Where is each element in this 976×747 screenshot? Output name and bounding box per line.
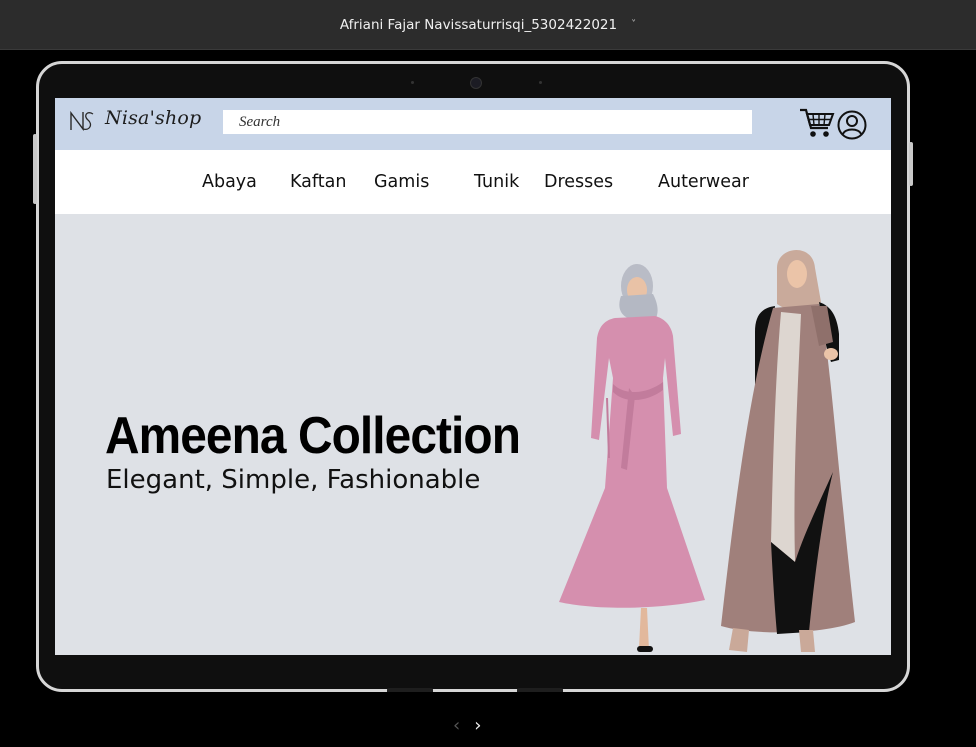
logo-text[interactable]: Nisa'shop bbox=[105, 107, 201, 129]
model-pink-dress-image bbox=[559, 264, 705, 652]
search-input[interactable] bbox=[223, 110, 752, 134]
nav-item-gamis[interactable]: Gamis bbox=[374, 172, 429, 192]
tablet-side-button bbox=[909, 142, 913, 186]
prototype-title-bar: Afriani Fajar Navissaturrisqi_5302422021… bbox=[0, 0, 976, 50]
sensor-dot bbox=[539, 81, 542, 84]
sensor-dot bbox=[411, 81, 414, 84]
prototype-pager: ‹ › bbox=[453, 715, 481, 736]
tablet-edge-tab bbox=[387, 688, 433, 692]
nav-item-tunik[interactable]: Tunik bbox=[474, 172, 519, 192]
previous-frame-icon[interactable]: ‹ bbox=[453, 715, 460, 736]
nav-item-dresses[interactable]: Dresses bbox=[544, 172, 613, 192]
hero-subtitle: Elegant, Simple, Fashionable bbox=[106, 465, 481, 495]
site-header: Nisa'shop bbox=[55, 98, 891, 150]
next-frame-icon[interactable]: › bbox=[474, 715, 481, 736]
nav-item-auterwear[interactable]: Auterwear bbox=[658, 172, 749, 192]
nav-item-abaya[interactable]: Abaya bbox=[202, 172, 257, 192]
nav-item-kaftan[interactable]: Kaftan bbox=[290, 172, 346, 192]
tablet-frame: Nisa'shop Abaya Kaftan Gamis Tu bbox=[33, 61, 913, 692]
tablet-side-button bbox=[33, 134, 37, 204]
user-icon[interactable] bbox=[837, 110, 867, 140]
hero-banner[interactable]: Ameena Collection Elegant, Simple, Fashi… bbox=[55, 214, 891, 655]
camera-lens bbox=[470, 77, 482, 89]
hero-title: Ameena Collection bbox=[105, 407, 521, 465]
model-abaya-image bbox=[721, 249, 855, 652]
category-nav: Abaya Kaftan Gamis Tunik Dresses Auterwe… bbox=[55, 150, 891, 214]
tablet-screen: Nisa'shop Abaya Kaftan Gamis Tu bbox=[55, 98, 891, 655]
tablet-edge-tab bbox=[517, 688, 563, 692]
logo-mark-icon[interactable] bbox=[69, 108, 95, 134]
chevron-down-icon[interactable]: ˅ bbox=[631, 19, 636, 30]
prototype-title: Afriani Fajar Navissaturrisqi_5302422021 bbox=[339, 16, 618, 33]
cart-icon[interactable] bbox=[799, 106, 835, 140]
